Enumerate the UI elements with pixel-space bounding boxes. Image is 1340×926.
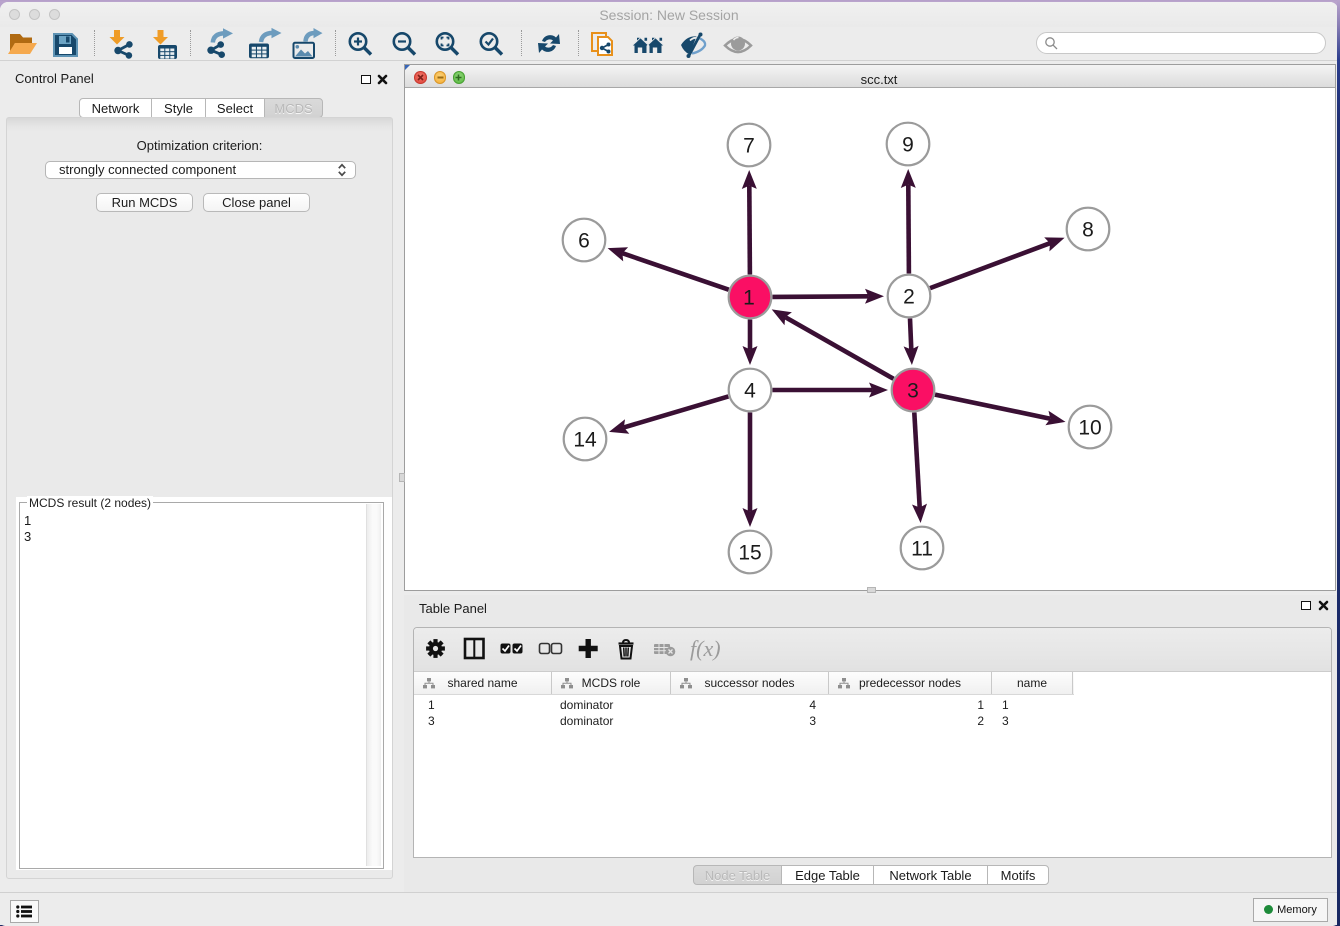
svg-text:7: 7 — [743, 135, 755, 158]
svg-text:15: 15 — [738, 542, 761, 565]
svg-text:6: 6 — [578, 230, 590, 253]
svg-text:1: 1 — [743, 287, 755, 310]
svg-text:14: 14 — [573, 429, 597, 452]
svg-text:10: 10 — [1078, 417, 1101, 440]
svg-text:8: 8 — [1082, 219, 1094, 242]
svg-text:3: 3 — [907, 380, 919, 403]
svg-text:11: 11 — [911, 538, 933, 561]
svg-text:f(x): f(x) — [690, 636, 721, 661]
svg-text:2: 2 — [903, 286, 915, 309]
svg-text:9: 9 — [902, 134, 914, 157]
svg-text:4: 4 — [744, 380, 756, 403]
